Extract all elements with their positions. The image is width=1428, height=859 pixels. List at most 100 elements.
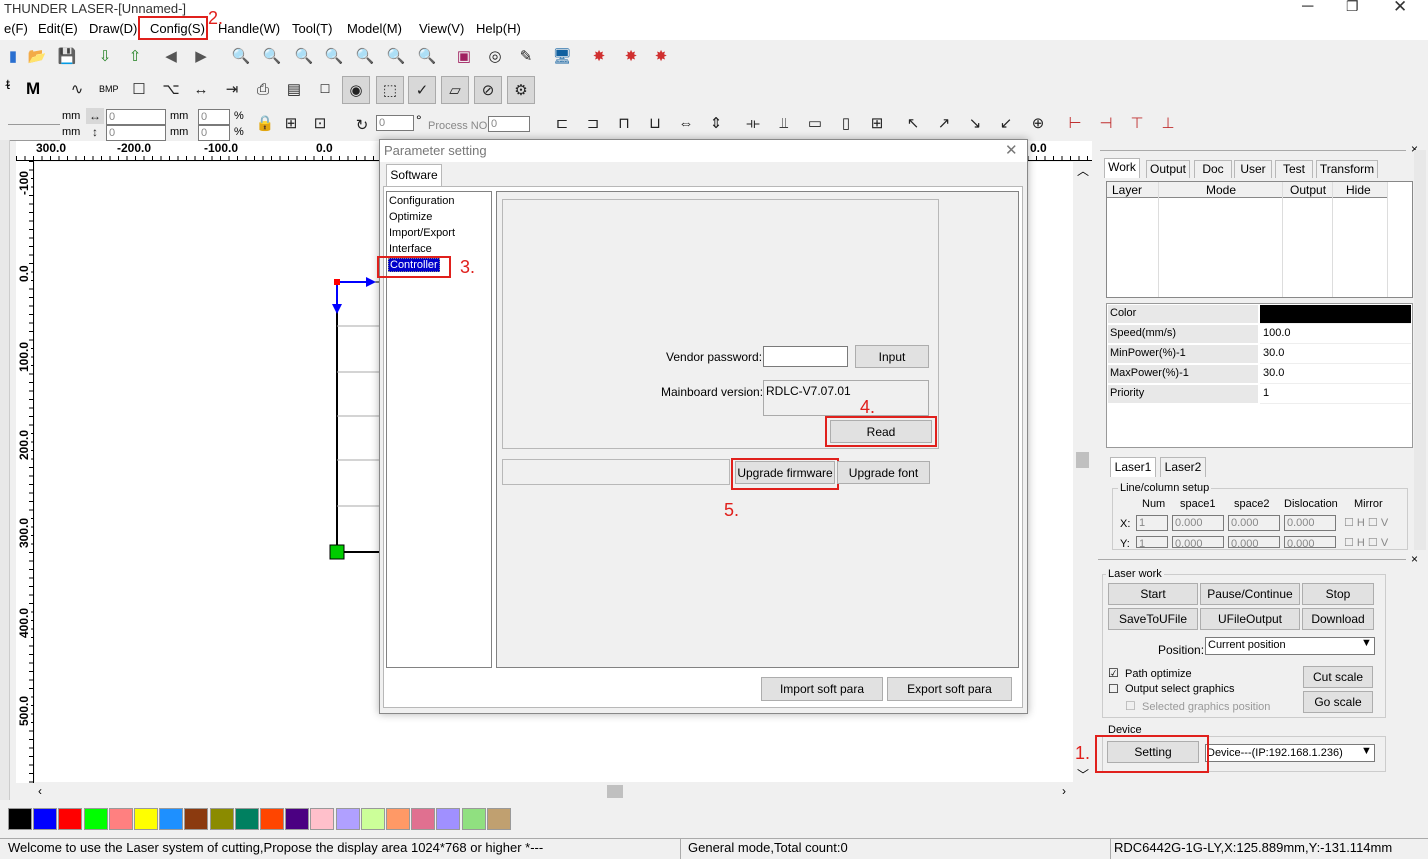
undo-icon[interactable]: ◀ xyxy=(160,45,182,67)
color-swatch[interactable] xyxy=(486,808,511,830)
node-icon[interactable]: ⌥ xyxy=(160,78,182,100)
dialog-close-icon[interactable]: ✕ xyxy=(1005,141,1018,159)
eye-icon[interactable]: ⊘ xyxy=(474,76,502,104)
menu-help[interactable]: Help(H) xyxy=(476,21,521,36)
anchor-icon[interactable]: ⊡ xyxy=(309,112,331,134)
check-icon[interactable]: ✓ xyxy=(408,76,436,104)
import-soft-para-button[interactable]: Import soft para xyxy=(761,677,883,701)
stop-button[interactable]: Stop xyxy=(1302,583,1374,605)
select-frame-icon[interactable]: ⬚ xyxy=(376,76,404,104)
color-swatch[interactable] xyxy=(285,808,310,830)
color-swatch[interactable] xyxy=(310,808,335,830)
angle-field[interactable]: 0 xyxy=(376,115,414,131)
canvas-vscroll[interactable] xyxy=(1074,162,1091,782)
vscroll-thumb[interactable] xyxy=(1076,452,1089,468)
menu-file[interactable]: e(F) xyxy=(4,21,28,36)
pen-icon[interactable]: ✎ xyxy=(515,45,537,67)
menu-tool[interactable]: Tool(T) xyxy=(292,21,332,36)
grid-icon[interactable]: ⊞ xyxy=(280,112,302,134)
restore-icon[interactable]: ❐ xyxy=(1346,0,1359,15)
color-swatch[interactable] xyxy=(134,808,158,830)
prop-value[interactable]: 30.0 xyxy=(1260,345,1411,364)
lc-y-space1[interactable]: 0.000 xyxy=(1172,536,1224,550)
pause-continue-button[interactable]: Pause/Continue xyxy=(1200,583,1300,605)
tab-work[interactable]: Work xyxy=(1104,158,1140,178)
same-height-icon[interactable]: ⫫ xyxy=(773,112,795,134)
color-swatch[interactable] xyxy=(360,808,385,830)
prop-value[interactable] xyxy=(1260,305,1411,324)
menu-draw[interactable]: Draw(D) xyxy=(89,21,137,36)
scroll-down-icon[interactable]: ﹀ xyxy=(1077,766,1089,783)
scale-x-field[interactable]: 0 xyxy=(198,109,230,125)
dist-top-icon[interactable]: ⊤ xyxy=(1126,112,1148,134)
color-swatch[interactable] xyxy=(159,808,184,830)
color-swatch[interactable] xyxy=(260,808,284,830)
redo-icon[interactable]: ▶ xyxy=(190,45,212,67)
new-file-icon[interactable]: ▮ xyxy=(2,45,24,67)
curve-icon[interactable]: ∿ xyxy=(66,78,88,100)
bmp-icon[interactable]: BMP xyxy=(99,84,119,94)
rotate-icon[interactable]: ↻ xyxy=(351,114,373,136)
output-select-checkbox[interactable]: ☐ xyxy=(1108,682,1119,696)
lc-x-num[interactable]: 1 xyxy=(1136,515,1168,531)
pointer-icon[interactable]: ᵵ xyxy=(6,76,10,92)
menu-model[interactable]: Model(M) xyxy=(347,21,402,36)
lc-y-dislocation[interactable]: 0.000 xyxy=(1284,536,1336,550)
lc-y-num[interactable]: 1 xyxy=(1136,536,1168,550)
prop-value[interactable]: 1 xyxy=(1260,385,1411,404)
save-to-ufile-button[interactable]: SaveToUFile xyxy=(1108,608,1198,630)
tab-user[interactable]: User xyxy=(1234,160,1272,178)
lc-x-space2[interactable]: 0.000 xyxy=(1228,515,1280,531)
tab-laser2[interactable]: Laser2 xyxy=(1160,457,1206,477)
pos-y-field[interactable] xyxy=(8,125,60,141)
laser-c-icon[interactable]: ✸ xyxy=(650,45,672,67)
same-size2-icon[interactable]: ▯ xyxy=(835,112,857,134)
center-icon[interactable]: ⊞ xyxy=(866,112,888,134)
sel-pos-checkbox[interactable]: ☐ xyxy=(1125,699,1136,713)
scroll-up-icon[interactable]: ︿ xyxy=(1077,162,1089,179)
pos-x-field[interactable] xyxy=(8,109,60,125)
frame-icon[interactable]: ▣ xyxy=(453,45,475,67)
zoom-all-icon[interactable]: 🔍 xyxy=(385,45,407,67)
array-icon[interactable]: ▤ xyxy=(283,78,305,100)
panel-vscroll[interactable] xyxy=(1414,150,1426,550)
upgrade-font-button[interactable]: Upgrade font xyxy=(837,461,930,484)
tree-interface[interactable]: Interface xyxy=(389,243,432,255)
same-size-icon[interactable]: ▭ xyxy=(804,112,826,134)
camera-icon[interactable]: ◉ xyxy=(342,76,370,104)
color-swatch[interactable] xyxy=(234,808,259,830)
dist-right-icon[interactable]: ⊣ xyxy=(1095,112,1117,134)
align-hcenter-icon[interactable]: ⇔ xyxy=(675,112,697,134)
hscroll-thumb[interactable] xyxy=(607,785,623,798)
tab-test[interactable]: Test xyxy=(1275,160,1313,178)
align-vcenter-icon[interactable]: ⇕ xyxy=(705,112,727,134)
zoom-page-icon[interactable]: 🔍 xyxy=(323,45,345,67)
height-field[interactable]: 0 xyxy=(106,125,166,141)
color-swatch[interactable] xyxy=(184,808,209,830)
monitor-icon[interactable]: 🖥 xyxy=(551,45,573,67)
zoom-out-icon[interactable]: 🔍 xyxy=(293,45,315,67)
same-width-icon[interactable]: ⟛ xyxy=(742,112,764,134)
prop-value[interactable]: 30.0 xyxy=(1260,365,1411,384)
lc-x-mirror-h[interactable]: ☐ H ☐ V xyxy=(1344,516,1388,529)
zoom-in-icon[interactable]: 🔍 xyxy=(261,45,283,67)
width-field[interactable]: 0 xyxy=(106,109,166,125)
color-swatch[interactable] xyxy=(58,808,83,830)
scale-y-field[interactable]: 0 xyxy=(198,125,230,141)
scroll-right-icon[interactable]: › xyxy=(1062,784,1066,798)
dist-bottom-icon[interactable]: ⊥ xyxy=(1157,112,1179,134)
tab-software[interactable]: Software xyxy=(386,164,442,186)
align-right-icon[interactable]: ⊐ xyxy=(582,112,604,134)
tree-configuration[interactable]: Configuration xyxy=(389,195,454,207)
laser-a-icon[interactable]: ✸ xyxy=(588,45,610,67)
color-swatch[interactable] xyxy=(8,808,32,830)
rectangle-icon[interactable]: ☐ xyxy=(128,78,150,100)
scroll-left-icon[interactable]: ‹ xyxy=(38,784,42,798)
tab-laser1[interactable]: Laser1 xyxy=(1110,457,1156,477)
vendor-password-input[interactable] xyxy=(763,346,848,367)
checkbox-icon[interactable]: ☐ xyxy=(314,78,336,100)
print-icon[interactable]: ⎙ xyxy=(252,78,274,100)
export-soft-para-button[interactable]: Export soft para xyxy=(887,677,1012,701)
input-button[interactable]: Input xyxy=(855,345,929,368)
tab-transform[interactable]: Transform xyxy=(1316,160,1378,178)
